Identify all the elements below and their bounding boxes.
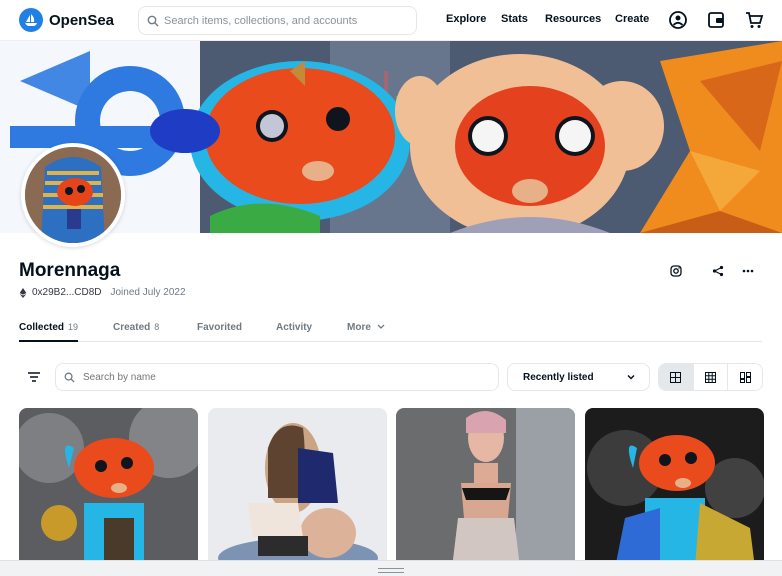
large-grid-icon bbox=[670, 371, 682, 383]
tab-activity[interactable]: Activity bbox=[276, 322, 312, 342]
nft-card[interactable] bbox=[396, 408, 575, 568]
view-toggle-group bbox=[658, 363, 763, 391]
nav-create[interactable]: Create bbox=[615, 13, 649, 25]
tab-label: Activity bbox=[276, 322, 313, 333]
nav-resources[interactable]: Resources bbox=[545, 13, 601, 25]
profile-avatar[interactable] bbox=[21, 143, 125, 247]
more-options-icon[interactable] bbox=[740, 263, 756, 279]
global-search-input[interactable] bbox=[164, 14, 414, 27]
wallet-icon[interactable] bbox=[706, 10, 726, 30]
tab-label: More bbox=[347, 322, 371, 333]
wallet-address[interactable]: 0x29B2...CD8D bbox=[32, 287, 101, 298]
opensea-logo[interactable]: OpenSea bbox=[19, 8, 114, 32]
bottom-drag-bar bbox=[0, 560, 782, 576]
logo-text: OpenSea bbox=[49, 11, 115, 29]
chevron-down-icon bbox=[377, 324, 385, 329]
sort-label: Recently listed bbox=[523, 371, 594, 383]
drag-handle[interactable] bbox=[378, 568, 404, 573]
small-grid-view-button[interactable] bbox=[694, 364, 729, 390]
ethereum-icon bbox=[19, 287, 27, 298]
sort-dropdown[interactable]: Recently listed bbox=[507, 363, 650, 391]
joined-date: Joined July 2022 bbox=[110, 287, 186, 298]
share-icon[interactable] bbox=[710, 263, 726, 279]
tab-more[interactable]: More bbox=[347, 322, 385, 342]
masonry-icon bbox=[739, 371, 751, 383]
tab-favorited[interactable]: Favorited bbox=[197, 322, 242, 342]
profile-meta: 0x29B2...CD8D Joined July 2022 bbox=[19, 287, 186, 298]
filter-icon[interactable] bbox=[26, 369, 42, 385]
top-navigation-bar: OpenSea Explore Stats Resources Create bbox=[0, 0, 782, 41]
profile-tabs: Collected 19 Created 8 Favorited Activity … bbox=[19, 316, 762, 342]
global-search[interactable] bbox=[138, 6, 417, 35]
small-grid-icon bbox=[705, 371, 716, 383]
nft-card[interactable] bbox=[208, 408, 387, 568]
tab-created[interactable]: Created 8 bbox=[113, 322, 159, 342]
tab-label: Collected bbox=[19, 322, 65, 333]
search-icon bbox=[64, 372, 75, 383]
search-by-name-input[interactable] bbox=[83, 371, 483, 383]
tab-count: 19 bbox=[68, 322, 79, 332]
instagram-icon[interactable] bbox=[668, 263, 684, 279]
chevron-down-icon bbox=[627, 374, 635, 380]
tab-label: Created bbox=[113, 322, 151, 333]
opensea-logo-icon bbox=[19, 8, 43, 32]
large-grid-view-button[interactable] bbox=[659, 364, 694, 390]
tab-collected[interactable]: Collected 19 bbox=[19, 322, 79, 342]
nft-card[interactable] bbox=[585, 408, 764, 568]
nav-stats[interactable]: Stats bbox=[501, 13, 528, 25]
account-icon[interactable] bbox=[668, 10, 688, 30]
collection-search[interactable] bbox=[55, 363, 499, 391]
nav-explore[interactable]: Explore bbox=[446, 13, 486, 25]
tab-label: Favorited bbox=[197, 322, 243, 333]
cart-icon[interactable] bbox=[744, 10, 764, 30]
nft-card[interactable] bbox=[19, 408, 198, 568]
masonry-view-button[interactable] bbox=[728, 364, 762, 390]
tab-count: 8 bbox=[154, 322, 160, 332]
search-icon bbox=[147, 15, 159, 26]
profile-name: Morennaga bbox=[19, 260, 121, 281]
